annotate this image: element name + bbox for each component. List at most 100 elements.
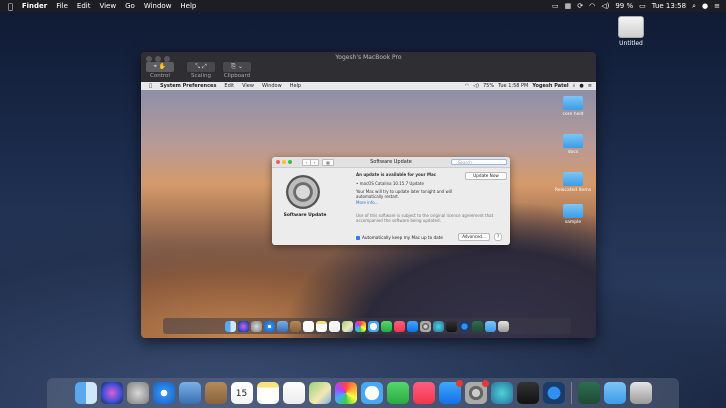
update-now-button[interactable]: Update Now <box>465 172 507 180</box>
remote-apple-icon[interactable]:  <box>149 83 152 89</box>
clock[interactable]: Tue 13:58 <box>652 2 686 10</box>
remote-siri-icon[interactable] <box>238 320 249 332</box>
remote-folder[interactable]: core hold <box>553 96 593 117</box>
messages-icon[interactable] <box>360 382 383 404</box>
remote-folder[interactable]: sample <box>553 204 593 225</box>
remote-photos-icon[interactable] <box>355 320 366 332</box>
menu-edit[interactable]: Edit <box>77 2 91 10</box>
desktop-drive[interactable]: Untitled <box>616 16 646 47</box>
sync-icon[interactable]: ⟳ <box>577 2 583 10</box>
remote-volume-icon[interactable]: ◁) <box>473 83 479 89</box>
remote-music-icon[interactable] <box>394 320 405 332</box>
remote-trash-icon[interactable] <box>498 320 509 332</box>
menu-bar:  Finder File Edit View Go Window Help ▭… <box>0 0 726 12</box>
photos-icon[interactable] <box>334 382 357 404</box>
license-line2: accompanied the software being updated. <box>356 218 441 223</box>
remote-siri-icon[interactable]: ● <box>579 83 583 89</box>
menu-go[interactable]: Go <box>125 2 135 10</box>
remote-system-preferences-icon[interactable] <box>420 320 431 332</box>
clipboard-tool[interactable]: ⎘ ⌄ Clipboard <box>223 62 251 79</box>
battery-percent[interactable]: 99 % <box>615 2 633 10</box>
volume-icon[interactable]: ◁) <box>601 2 609 10</box>
auto-update-checkbox[interactable]: Automatically keep my Mac up to date <box>356 235 443 240</box>
remote-menu-help[interactable]: Help <box>290 83 301 89</box>
advanced-button[interactable]: Advanced... <box>458 233 490 241</box>
facetime-icon[interactable] <box>386 382 409 404</box>
remote-launchpad-icon[interactable] <box>251 320 262 332</box>
remote-calendar-icon[interactable] <box>303 320 314 332</box>
browser-icon[interactable] <box>542 382 565 404</box>
su-search-field[interactable]: Search <box>451 159 507 165</box>
auto-update-label: Automatically keep my Mac up to date <box>362 235 443 240</box>
more-info-link[interactable]: More info... <box>356 200 378 205</box>
remote-maps-icon[interactable] <box>342 320 353 332</box>
music-icon[interactable] <box>412 382 435 404</box>
remote-photo-viewer-icon[interactable] <box>277 320 288 332</box>
menu-app-name[interactable]: Finder <box>22 2 47 10</box>
folder-icon <box>563 204 583 218</box>
scaling-tool[interactable]: ⤡ ⤢ Scaling <box>187 62 215 79</box>
remote-clock[interactable]: Tue 1:58 PM <box>498 83 528 89</box>
remote-notification-icon[interactable]: ≡ <box>588 83 592 89</box>
control-strip-icon[interactable]: ▦ <box>565 2 572 10</box>
menu-help[interactable]: Help <box>180 2 196 10</box>
screen-mirror-icon[interactable]: ▭ <box>552 2 559 10</box>
preview-icon[interactable] <box>577 382 600 404</box>
menu-view[interactable]: View <box>99 2 116 10</box>
remote-spotlight-icon[interactable]: ⌕ <box>573 83 576 89</box>
user-icon[interactable]: ● <box>702 2 708 10</box>
maps-icon[interactable] <box>308 382 331 404</box>
downloads-folder-icon[interactable] <box>603 382 626 404</box>
remote-facetime-icon[interactable] <box>381 320 392 332</box>
remote-app-store-icon[interactable] <box>407 320 418 332</box>
clipboard-icon: ⎘ ⌄ <box>223 62 251 72</box>
apple-menu-icon[interactable]:  <box>8 2 13 11</box>
checkbox-checked-icon <box>356 235 360 240</box>
remote-downloads-folder-icon[interactable] <box>485 320 496 332</box>
hard-drive-icon <box>618 16 644 38</box>
remote-terminal-icon[interactable] <box>446 320 457 332</box>
calendar-icon[interactable]: 15 <box>230 382 253 404</box>
remote-user[interactable]: Yogesh Patel <box>532 83 568 89</box>
remote-contacts-icon[interactable] <box>290 320 301 332</box>
remote-menu-app[interactable]: System Preferences <box>160 83 216 89</box>
remote-menu-view[interactable]: View <box>242 83 254 89</box>
remote-folder[interactable]: Relocated Items <box>553 172 593 193</box>
menu-window[interactable]: Window <box>144 2 172 10</box>
photo-viewer-icon[interactable] <box>178 382 201 404</box>
contacts-icon[interactable] <box>204 382 227 404</box>
remote-reminders-icon[interactable] <box>329 320 340 332</box>
finder-icon[interactable] <box>74 382 97 404</box>
remote-messages-icon[interactable] <box>368 320 379 332</box>
app-store-icon[interactable] <box>438 380 463 404</box>
remote-menu-edit[interactable]: Edit <box>224 83 234 89</box>
menu-file[interactable]: File <box>56 2 68 10</box>
launchpad-icon[interactable] <box>126 382 149 404</box>
software-update-window: ‹ › ▦ Software Update Search Software Up… <box>272 157 510 245</box>
safari-icon[interactable] <box>152 382 175 404</box>
trash-icon[interactable] <box>629 382 652 404</box>
wifi-icon[interactable]: ◠ <box>589 2 595 10</box>
help-button[interactable]: ? <box>494 233 502 241</box>
notification-center-icon[interactable]: ≡ <box>714 2 720 10</box>
remote-notes-icon[interactable] <box>316 320 327 332</box>
remote-safari-icon[interactable] <box>264 320 275 332</box>
spotlight-icon[interactable]: ⌕ <box>692 2 696 11</box>
screen-sharing-icon[interactable] <box>490 382 513 404</box>
notes-icon[interactable] <box>256 382 279 404</box>
battery-icon[interactable]: ▭ <box>639 2 646 10</box>
terminal-icon[interactable] <box>516 382 539 404</box>
remote-folder[interactable]: docs <box>553 134 593 155</box>
remote-screen-sharing-icon[interactable] <box>433 320 444 332</box>
remote-browser-icon[interactable] <box>459 320 470 332</box>
remote-wifi-icon[interactable]: ◠ <box>465 83 469 89</box>
folder-icon <box>563 172 583 186</box>
remote-battery[interactable]: 75% <box>483 83 494 89</box>
remote-preview-icon[interactable] <box>472 320 483 332</box>
reminders-icon[interactable] <box>282 382 305 404</box>
system-preferences-icon[interactable] <box>464 380 489 404</box>
remote-finder-icon[interactable] <box>225 320 236 332</box>
siri-icon[interactable] <box>100 382 123 404</box>
control-tool[interactable]: ⌖ ✋ Control <box>146 62 174 79</box>
remote-menu-window[interactable]: Window <box>262 83 282 89</box>
